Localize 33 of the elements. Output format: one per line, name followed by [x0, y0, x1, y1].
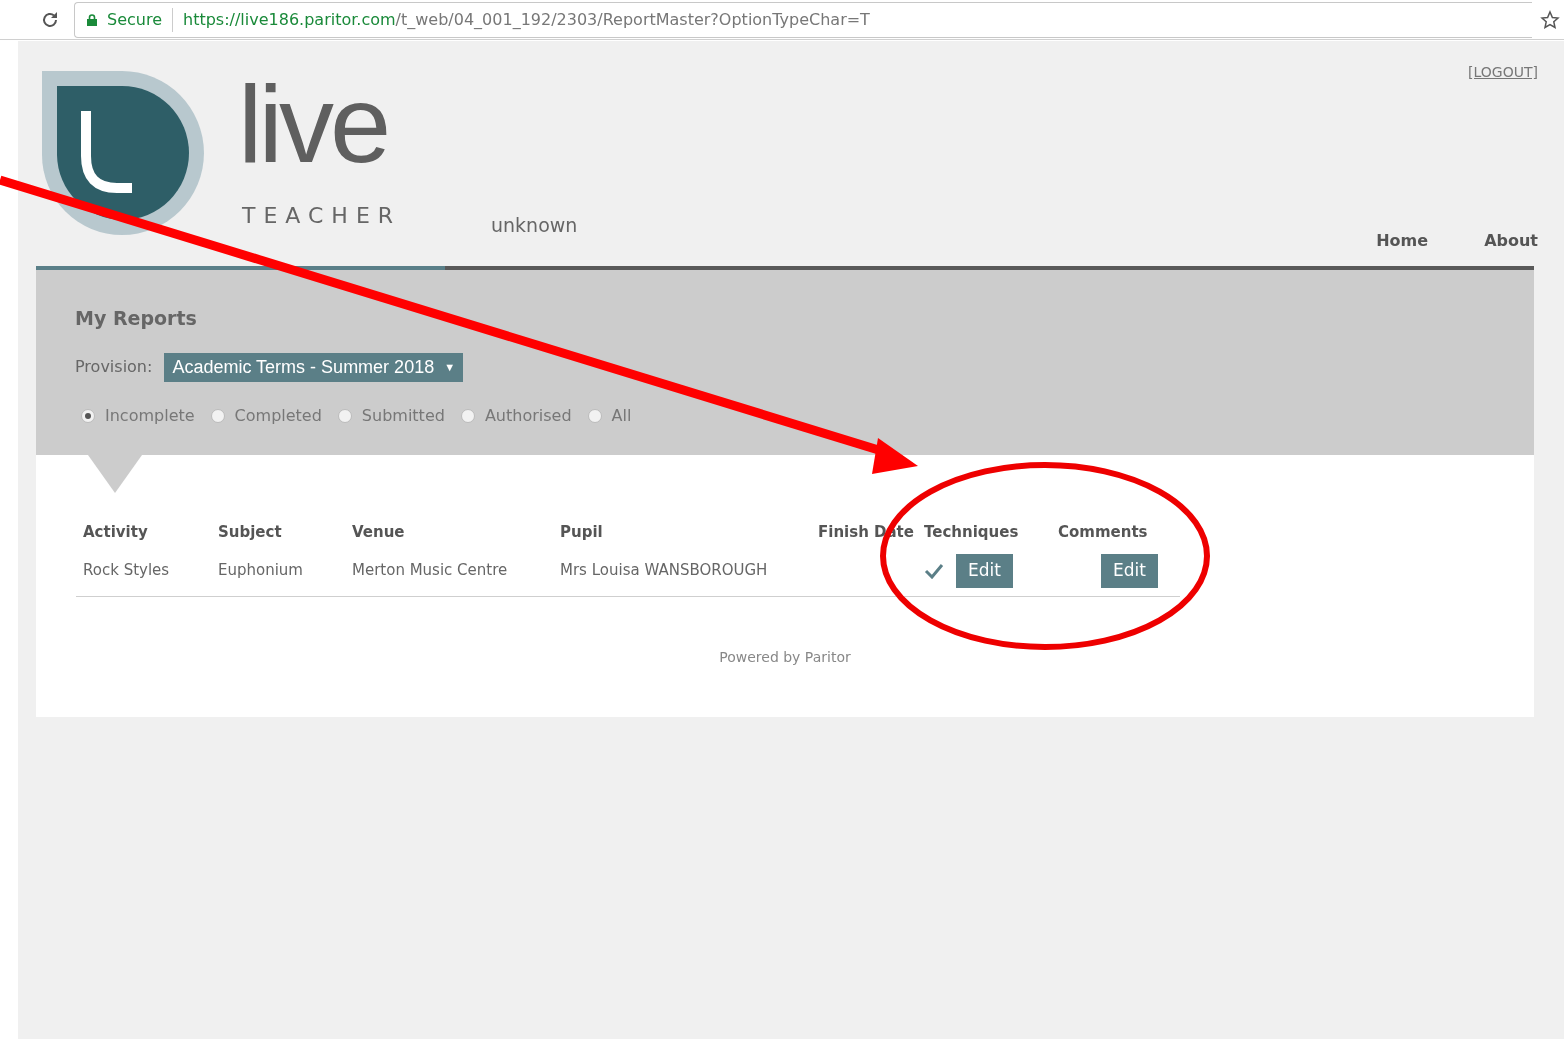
nav-link[interactable]: Home — [1376, 229, 1429, 253]
status-radio[interactable]: Incomplete — [81, 403, 195, 428]
logo-subtitle: TEACHER — [242, 202, 402, 230]
table-cell: Euphonium — [218, 561, 303, 580]
url-text: https://live186.paritor.com/t_web/04_001_192/2303/ReportMaster?OptionTypeChar=T — [183, 8, 870, 31]
address-bar[interactable]: Secure https://live186.paritor.com/t_web/04_001_192/2303/ReportMaster?OptionTypeChar=T — [74, 1, 1532, 38]
logo-icon — [42, 71, 206, 237]
edit-button[interactable]: Edit — [956, 553, 1013, 588]
user-name: unknown — [491, 213, 578, 238]
provision-dropdown[interactable]: Academic Terms - Summer 2018 ▼ — [164, 352, 464, 382]
status-radio[interactable]: Completed — [210, 403, 322, 428]
status-radio[interactable]: All — [587, 403, 632, 428]
column-header: Techniques — [924, 522, 1020, 543]
column-header: Venue — [352, 522, 406, 543]
footer-text: Powered by Paritor — [719, 647, 851, 667]
column-header: Pupil — [560, 522, 604, 543]
logout-link[interactable]: [LOGOUT] — [1468, 62, 1538, 83]
bookmark-star-icon[interactable] — [1540, 9, 1560, 30]
column-header: Activity — [83, 522, 149, 543]
edit-button[interactable]: Edit — [1101, 553, 1158, 588]
security-label: Secure — [107, 7, 173, 32]
table-cell: Rock Styles — [83, 561, 170, 580]
table-cell: Merton Music Centre — [352, 561, 508, 580]
lock-icon — [87, 13, 97, 26]
column-header: Subject — [218, 522, 283, 543]
logo-wordmark: live — [238, 69, 388, 179]
column-header: Comments — [1058, 522, 1149, 543]
nav-link[interactable]: About — [1484, 229, 1538, 253]
table-cell: Mrs Louisa WANSBOROUGH — [560, 561, 768, 580]
status-radio[interactable]: Authorised — [460, 403, 572, 428]
section-title: My Reports — [75, 306, 198, 331]
status-radio[interactable]: Submitted — [337, 403, 445, 428]
provision-label: Provision: — [75, 356, 153, 378]
